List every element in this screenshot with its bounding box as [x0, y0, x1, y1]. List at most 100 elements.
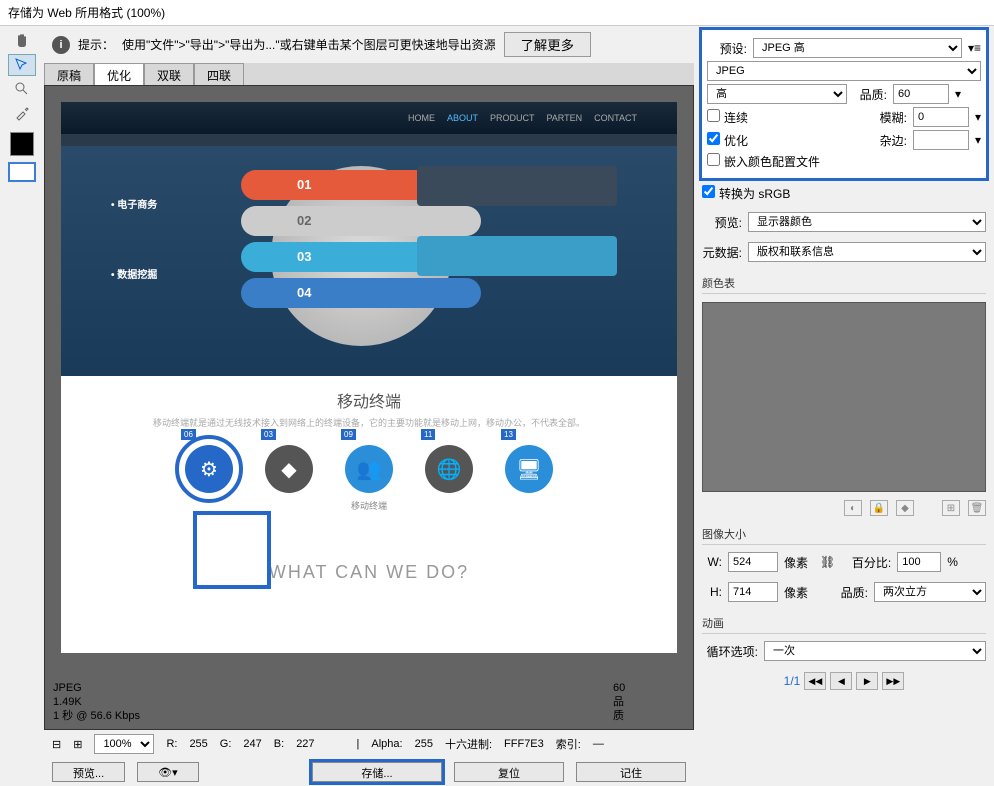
quality-label: 品质:: [853, 86, 887, 103]
quality-level-select[interactable]: 高: [707, 84, 847, 104]
convert-srgb-label: 转换为 sRGB: [719, 187, 790, 201]
link-icon[interactable]: ⛓: [820, 555, 835, 569]
hint-text: 使用"文件">"导出">"导出为..."或右键单击某个图层可更快速地导出资源: [122, 36, 496, 53]
hex-label: 十六进制:: [445, 736, 492, 752]
reset-button[interactable]: 复位: [454, 762, 564, 782]
first-frame-button[interactable]: ◀◀: [804, 672, 826, 690]
monitor-icon: 🖥13: [505, 445, 553, 493]
selected-slice-highlight: [193, 511, 271, 589]
chevron-down-icon[interactable]: ▾: [975, 133, 981, 147]
alpha-label: Alpha:: [371, 738, 402, 750]
chevron-down-icon[interactable]: ▾: [955, 87, 961, 101]
preview-profile-label: 预览:: [702, 214, 742, 231]
progressive-label: 连续: [724, 111, 748, 125]
globe-icon: 🌐11: [425, 445, 473, 493]
loop-label: 循环选项:: [702, 643, 758, 660]
trash-icon[interactable]: 🗑: [968, 500, 986, 516]
preview-button[interactable]: 预览...: [52, 762, 125, 782]
info-icon: i: [52, 36, 70, 54]
blur-input[interactable]: [913, 107, 969, 127]
remember-button[interactable]: 记住: [576, 762, 686, 782]
info-quality: 60 品质: [613, 681, 625, 723]
h-label: H:: [702, 585, 722, 599]
last-frame-button[interactable]: ▶▶: [882, 672, 904, 690]
page-indicator: 1/1: [784, 674, 801, 688]
people-icon: 👥09: [345, 445, 393, 493]
minus-icon[interactable]: ⊟: [52, 738, 61, 751]
new-color-icon[interactable]: ⊞: [942, 500, 960, 516]
resample-select[interactable]: 两次立方: [874, 582, 986, 602]
prev-frame-button[interactable]: ◀: [830, 672, 852, 690]
tab-original[interactable]: 原稿: [44, 63, 94, 85]
side-tag-2: • 数据挖掘: [111, 266, 251, 281]
preset-select[interactable]: JPEG 高: [753, 38, 962, 58]
hex-value: FFF7E3: [504, 738, 544, 750]
quality-input[interactable]: [893, 84, 949, 104]
hand-tool[interactable]: [8, 30, 36, 52]
color-table[interactable]: [702, 302, 986, 492]
format-select[interactable]: JPEG: [707, 61, 981, 81]
slice-select-tool[interactable]: [8, 54, 36, 76]
lock-icon[interactable]: 🔒: [870, 500, 888, 516]
optimized-checkbox[interactable]: [707, 132, 720, 145]
plus-icon[interactable]: ⊞: [73, 738, 82, 751]
convert-srgb-checkbox[interactable]: [702, 185, 715, 198]
preset-label: 预设:: [707, 40, 747, 57]
tab-4up[interactable]: 四联: [194, 63, 244, 85]
embed-profile-checkbox[interactable]: [707, 153, 720, 166]
action-row: 预览... 👁▾ 存储... 复位 记住: [44, 758, 694, 786]
loop-select[interactable]: 一次: [764, 641, 986, 661]
chevron-down-icon[interactable]: ▾: [975, 110, 981, 124]
width-input[interactable]: [728, 552, 778, 572]
preset-menu-icon[interactable]: ▾≡: [968, 41, 981, 55]
g-label: G:: [220, 738, 232, 750]
hint-bar: i 提示： 使用"文件">"导出">"导出为..."或右键单击某个图层可更快速地…: [44, 26, 694, 63]
g-value: 247: [243, 738, 261, 750]
progressive-checkbox[interactable]: [707, 109, 720, 122]
image-size-title: 图像大小: [702, 526, 986, 545]
color-table-toolbar: ◐ 🔒 ◆ ⊞ 🗑: [702, 500, 986, 516]
zoom-tool[interactable]: [8, 78, 36, 100]
eyedropper-icon[interactable]: ◐: [844, 500, 862, 516]
preview-area: HOME ABOUT PRODUCT PARTEN CONTACT 01 02 …: [44, 85, 694, 730]
what-title: WHAT CAN WE DO?: [61, 562, 677, 583]
carousel-sub: 移动终端就是通过无线技术接入到网络上的终端设备，它的主要功能就是移动上网，移动办…: [61, 416, 677, 429]
zoom-select[interactable]: 100%: [94, 734, 154, 754]
preview-canvas[interactable]: HOME ABOUT PRODUCT PARTEN CONTACT 01 02 …: [61, 102, 677, 653]
animation-pager: 1/1 ◀◀ ◀ ▶ ▶▶: [702, 672, 986, 690]
tab-2up[interactable]: 双联: [144, 63, 194, 85]
mock-nav: HOME ABOUT PRODUCT PARTEN CONTACT: [61, 102, 677, 134]
cube-icon: ◆03: [265, 445, 313, 493]
height-input[interactable]: [728, 582, 778, 602]
window-title: 存储为 Web 所用格式 (100%): [0, 0, 994, 26]
embed-profile-label: 嵌入颜色配置文件: [724, 155, 820, 169]
alpha-value: 255: [415, 738, 433, 750]
index-value: —: [593, 738, 604, 750]
h-unit: 像素: [784, 584, 808, 601]
cube-icon[interactable]: ◆: [896, 500, 914, 516]
matte-input[interactable]: [913, 130, 969, 150]
icon-caption: 移动终端: [61, 499, 677, 512]
tab-optimized[interactable]: 优化: [94, 63, 144, 85]
next-frame-button[interactable]: ▶: [856, 672, 878, 690]
preview-tabs: 原稿 优化 双联 四联: [44, 63, 694, 85]
gear-icon: ⚙06: [185, 445, 233, 493]
percent-unit: %: [947, 555, 958, 569]
b-value: 227: [296, 738, 314, 750]
browser-preview-button[interactable]: 👁▾: [137, 762, 199, 782]
percent-input[interactable]: [897, 552, 941, 572]
foreground-color-swatch[interactable]: [10, 132, 34, 156]
eyedropper-tool[interactable]: [8, 102, 36, 124]
slice-visibility-toggle[interactable]: [8, 162, 36, 182]
ring-4: 04: [241, 278, 481, 308]
metadata-select[interactable]: 版权和联系信息: [748, 242, 986, 262]
info-speed: 1 秒 @ 56.6 Kbps: [53, 709, 140, 723]
color-table-title: 颜色表: [702, 275, 986, 294]
preview-profile-select[interactable]: 显示器颜色: [748, 212, 986, 232]
color-readout-row: ⊟ ⊞ 100% R:255 G:247 B:227 | Alpha:255 十…: [44, 730, 694, 758]
info-size: 1.49K: [53, 695, 140, 709]
save-button[interactable]: 存储...: [312, 762, 442, 782]
learn-more-button[interactable]: 了解更多: [504, 32, 591, 57]
hand-icon: [14, 33, 30, 49]
animation-title: 动画: [702, 615, 986, 634]
